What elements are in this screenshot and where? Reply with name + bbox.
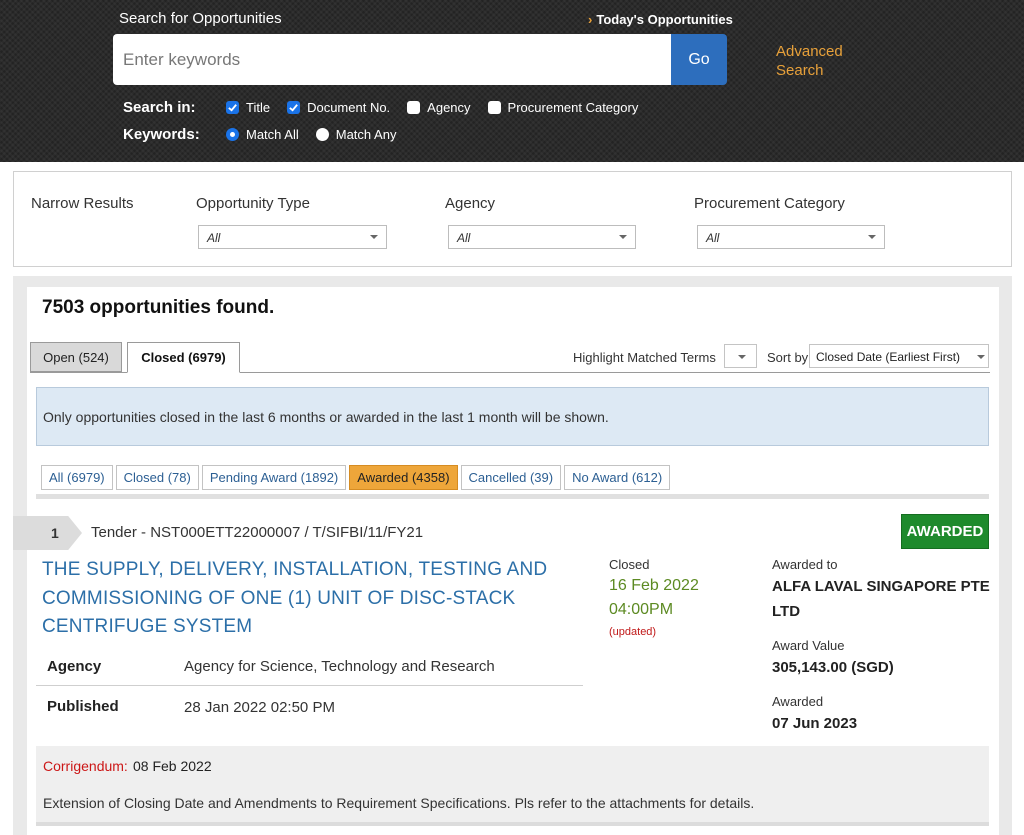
go-button[interactable]: Go bbox=[671, 34, 727, 85]
option-label: Match All bbox=[246, 126, 299, 142]
procurement-category-select[interactable]: All bbox=[697, 225, 885, 249]
highlight-select[interactable] bbox=[724, 344, 757, 368]
search-in-agency-option[interactable]: Agency bbox=[407, 99, 471, 115]
search-header: Search for Opportunities › Today's Opport… bbox=[0, 0, 1024, 162]
closed-label: Closed bbox=[609, 557, 650, 572]
sort-value: Closed Date (Earliest First) bbox=[816, 350, 961, 364]
checkbox-checked-icon[interactable] bbox=[287, 100, 301, 114]
results-count: 7503 opportunities found. bbox=[42, 297, 275, 318]
agency-select[interactable]: All bbox=[448, 225, 636, 249]
dropdown-caret-icon bbox=[738, 355, 746, 359]
divider bbox=[36, 494, 989, 499]
radio-unselected-icon[interactable] bbox=[315, 127, 329, 141]
todays-opportunities-link[interactable]: › Today's Opportunities bbox=[588, 12, 733, 27]
award-value: 305,143.00 (SGD) bbox=[772, 659, 894, 676]
corrigendum-label: Corrigendum: bbox=[43, 758, 128, 774]
search-input[interactable] bbox=[113, 34, 671, 85]
status-badge: AWARDED bbox=[901, 514, 989, 549]
dropdown-caret-icon bbox=[370, 235, 378, 239]
status-tab-no-award[interactable]: No Award (612) bbox=[564, 465, 671, 490]
status-tab-cancelled[interactable]: Cancelled (39) bbox=[460, 465, 562, 490]
agency-value: Agency for Science, Technology and Resea… bbox=[184, 658, 495, 675]
todays-opportunities-label: Today's Opportunities bbox=[596, 12, 733, 27]
keywords-row: Keywords: Match All Match Any bbox=[123, 124, 413, 144]
closed-date: 16 Feb 2022 bbox=[609, 577, 699, 594]
tender-reference: Tender - NST000ETT22000007 / T/SIFBI/11/… bbox=[91, 524, 424, 541]
option-label: Title bbox=[246, 99, 271, 115]
result-number-badge: 1 bbox=[13, 516, 82, 550]
published-value: 28 Jan 2022 02:50 PM bbox=[184, 699, 335, 716]
select-value: All bbox=[457, 231, 471, 245]
result-number: 1 bbox=[51, 525, 59, 541]
narrow-results-title: Narrow Results bbox=[31, 195, 134, 212]
sort-by-label: Sort by bbox=[767, 350, 809, 365]
awarded-to-label: Awarded to bbox=[772, 557, 838, 572]
select-value: All bbox=[706, 231, 720, 245]
search-label: Search for Opportunities bbox=[119, 10, 282, 27]
checkbox-checked-icon[interactable] bbox=[226, 100, 239, 114]
awarded-date-label: Awarded bbox=[772, 694, 824, 709]
status-tab-pending-award[interactable]: Pending Award (1892) bbox=[201, 465, 347, 490]
match-any-option[interactable]: Match Any bbox=[315, 126, 397, 142]
status-tab-all[interactable]: All (6979) bbox=[41, 465, 113, 490]
info-message: Only opportunities closed in the last 6 … bbox=[36, 387, 989, 446]
awarded-date: 07 Jun 2023 bbox=[772, 715, 858, 732]
narrow-results-panel: Narrow Results Opportunity Type Agency P… bbox=[13, 171, 1012, 267]
corrigendum-date: 08 Feb 2022 bbox=[133, 758, 212, 774]
match-all-option[interactable]: Match All bbox=[226, 127, 299, 142]
tab-open[interactable]: Open (524) bbox=[30, 342, 122, 372]
title-line: THE SUPPLY, DELIVERY, INSTALLATION, TEST… bbox=[42, 559, 548, 580]
title-line: COMMISSIONING OF ONE (1) UNIT OF DISC-ST… bbox=[42, 587, 516, 609]
status-filter-tabs: All (6979) Closed (78) Pending Award (18… bbox=[41, 465, 673, 490]
advanced-search-link[interactable]: Advanced Search bbox=[776, 42, 866, 80]
opportunity-title-link[interactable]: THE SUPPLY, DELIVERY, INSTALLATION, TEST… bbox=[42, 556, 562, 642]
dropdown-caret-icon bbox=[977, 355, 985, 359]
search-in-row: Search in: Title Document No. Agency Pro… bbox=[123, 97, 655, 117]
agency-label: Agency bbox=[47, 658, 102, 675]
keywords-label: Keywords: bbox=[123, 125, 200, 143]
option-label: Match Any bbox=[335, 126, 397, 142]
corrigendum-text: Extension of Closing Date and Amendments… bbox=[43, 795, 755, 811]
dropdown-caret-icon bbox=[868, 235, 876, 239]
published-label: Published bbox=[47, 698, 119, 715]
search-in-category-option[interactable]: Procurement Category bbox=[487, 99, 639, 115]
status-tab-closed[interactable]: Closed (78) bbox=[115, 465, 199, 490]
search-in-document-option[interactable]: Document No. bbox=[287, 100, 390, 115]
highlight-label: Highlight Matched Terms bbox=[573, 350, 716, 365]
bottom-divider bbox=[36, 822, 989, 826]
radio-selected-icon[interactable] bbox=[226, 127, 239, 141]
opportunity-type-label: Opportunity Type bbox=[196, 195, 310, 212]
status-tab-awarded[interactable]: Awarded (4358) bbox=[349, 465, 458, 490]
opportunity-type-select[interactable]: All bbox=[198, 225, 387, 249]
updated-note: (updated) bbox=[609, 626, 657, 638]
option-label: Document No. bbox=[307, 99, 391, 115]
option-label: Agency bbox=[427, 99, 471, 115]
search-in-title-option[interactable]: Title bbox=[226, 100, 270, 115]
select-value: All bbox=[207, 231, 221, 245]
closed-time: 04:00PM bbox=[609, 601, 674, 618]
award-value-label: Award Value bbox=[772, 638, 845, 653]
option-label: Procurement Category bbox=[507, 99, 639, 115]
meta-separator bbox=[36, 685, 583, 686]
procurement-category-label: Procurement Category bbox=[694, 195, 845, 212]
awarded-to-line: ALFA LAVAL SINGAPORE PTE bbox=[772, 578, 990, 595]
chevron-right-icon: › bbox=[588, 12, 593, 27]
checkbox-unchecked-icon[interactable] bbox=[487, 100, 501, 114]
title-line: CENTRIFUGE SYSTEM bbox=[42, 616, 253, 637]
awarded-to-line: LTD bbox=[772, 603, 801, 620]
search-in-label: Search in: bbox=[123, 98, 196, 116]
sort-select[interactable]: Closed Date (Earliest First) bbox=[809, 344, 989, 368]
tab-closed[interactable]: Closed (6979) bbox=[127, 342, 240, 373]
dropdown-caret-icon bbox=[619, 235, 627, 239]
checkbox-unchecked-icon[interactable] bbox=[407, 100, 421, 114]
agency-filter-label: Agency bbox=[445, 195, 496, 212]
